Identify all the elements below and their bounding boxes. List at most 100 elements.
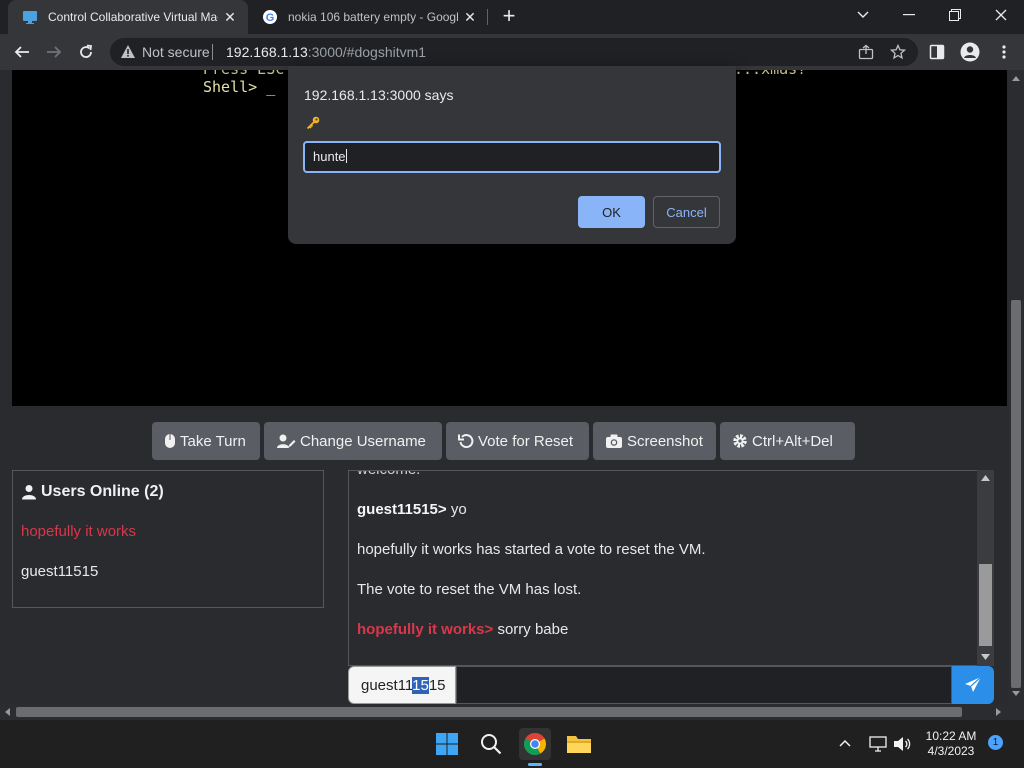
network-icon[interactable]	[869, 736, 887, 752]
browser-toolbar: Not secure 192.168.1.13:3000/#dogshitvm1	[0, 34, 1024, 70]
google-icon: G	[263, 10, 277, 24]
chat-input-row: guest111515	[348, 666, 994, 704]
send-button[interactable]	[952, 666, 994, 704]
users-online-panel: Users Online (2) hopefully it works gues…	[12, 470, 324, 608]
users-header: Users Online (2)	[21, 483, 164, 501]
scroll-down-icon[interactable]	[1012, 691, 1020, 696]
send-icon	[965, 676, 982, 692]
user-icon	[22, 485, 36, 500]
ctrl-alt-del-button[interactable]: Ctrl+Alt+Del	[720, 422, 855, 460]
button-label: Change Username	[300, 432, 426, 450]
folder-icon	[567, 736, 591, 753]
change-username-button[interactable]: Change Username	[264, 422, 442, 460]
chat-text: yo	[446, 501, 467, 518]
scroll-down-icon[interactable]	[981, 654, 990, 660]
chat-scroll-thumb[interactable]	[979, 564, 992, 646]
page-scroll-thumb[interactable]	[1011, 300, 1021, 688]
chat-system-message: hopefully it works has started a vote to…	[357, 541, 706, 558]
close-icon	[995, 9, 1007, 21]
chat-input[interactable]	[456, 666, 952, 704]
search-button[interactable]	[475, 728, 507, 760]
minimize-button[interactable]	[886, 0, 932, 30]
dialog-input-value: hunte	[313, 149, 346, 164]
arrow-right-icon	[47, 46, 62, 58]
back-button[interactable]	[8, 38, 36, 66]
button-label: Screenshot	[627, 432, 703, 450]
tab-divider	[487, 9, 488, 25]
chat-message: guest11515> yo	[357, 501, 467, 518]
chat-username: hopefully it works>	[357, 621, 494, 638]
file-explorer-button[interactable]	[563, 728, 595, 760]
tab-search-button[interactable]	[840, 0, 886, 30]
svg-text:G: G	[266, 12, 275, 24]
warning-icon[interactable]	[120, 44, 136, 60]
address-bar[interactable]: Not secure 192.168.1.13:3000/#dogshitvm1	[110, 38, 918, 66]
chrome-icon	[524, 733, 546, 755]
take-turn-button[interactable]: Take Turn	[152, 422, 260, 460]
button-label: Vote for Reset	[478, 432, 574, 450]
text-caret	[345, 149, 347, 163]
scroll-up-icon[interactable]	[1012, 76, 1020, 81]
user-list-item[interactable]: hopefully it works	[21, 523, 136, 540]
chat-scrollbar[interactable]	[977, 470, 994, 666]
profile-icon[interactable]	[960, 42, 980, 62]
volume-icon[interactable]	[893, 736, 911, 752]
windows-logo-icon	[436, 733, 458, 755]
gear-icon	[733, 434, 747, 448]
share-icon[interactable]	[858, 44, 874, 60]
username-label[interactable]: guest111515	[348, 666, 456, 704]
star-icon[interactable]	[890, 44, 906, 60]
reload-icon	[80, 44, 93, 58]
username-text: 15	[428, 677, 446, 694]
tab-strip: Control Collaborative Virtual Mac ✕ G no…	[0, 0, 1024, 34]
close-window-button[interactable]	[978, 0, 1024, 30]
start-button[interactable]	[431, 728, 463, 760]
chat-username: guest11515>	[357, 501, 447, 518]
close-icon[interactable]: ✕	[458, 9, 482, 26]
windows-taskbar: 10:22 AM 4/3/2023 1	[0, 720, 1024, 768]
button-label: Ctrl+Alt+Del	[752, 432, 833, 450]
dialog-input[interactable]: hunte	[303, 141, 721, 173]
screenshot-button[interactable]: Screenshot	[593, 422, 716, 460]
minimize-icon	[903, 14, 915, 16]
close-icon[interactable]: ✕	[218, 9, 242, 26]
notification-badge[interactable]: 1	[988, 735, 1003, 750]
restore-icon	[949, 9, 961, 21]
new-tab-button[interactable]: +	[497, 5, 521, 29]
tab-title: Control Collaborative Virtual Mac	[48, 10, 218, 24]
chat-message: welcome.	[357, 471, 420, 478]
console-prompt: Shell> _	[203, 78, 276, 96]
chrome-taskbar-button[interactable]	[519, 728, 551, 760]
chat-log: welcome. guest11515> yo hopefully it wor…	[348, 470, 994, 666]
scroll-up-icon[interactable]	[981, 475, 990, 481]
mouse-icon	[165, 434, 175, 448]
scroll-left-icon[interactable]	[5, 708, 10, 716]
system-clock[interactable]: 10:22 AM 4/3/2023	[916, 729, 986, 759]
forward-button[interactable]	[40, 38, 68, 66]
side-panel-icon[interactable]	[929, 44, 945, 60]
cancel-button[interactable]: Cancel	[653, 196, 720, 228]
chat-message: hopefully it works> sorry babe	[357, 621, 568, 638]
chevron-up-icon[interactable]	[839, 739, 851, 747]
url-path: :3000/#dogshitvm1	[307, 44, 427, 60]
user-list-item[interactable]: guest11515	[21, 563, 98, 580]
reload-button[interactable]	[72, 38, 100, 66]
horizontal-scroll-thumb[interactable]	[16, 707, 962, 717]
url-text[interactable]: 192.168.1.13:3000/#dogshitvm1	[226, 44, 426, 60]
vote-reset-button[interactable]: Vote for Reset	[446, 422, 589, 460]
restore-button[interactable]	[932, 0, 978, 30]
page-vertical-scrollbar[interactable]	[1008, 70, 1024, 704]
ok-button[interactable]: OK	[578, 196, 645, 228]
monitor-icon	[23, 11, 37, 24]
tab-google[interactable]: G nokia 106 battery empty - Google ✕	[248, 0, 488, 34]
active-app-indicator	[528, 763, 542, 766]
security-label[interactable]: Not secure	[142, 44, 210, 60]
scroll-right-icon[interactable]	[996, 708, 1001, 716]
search-icon	[481, 734, 502, 755]
tab-collabvm[interactable]: Control Collaborative Virtual Mac ✕	[8, 0, 248, 34]
username-selection: 15	[412, 677, 429, 694]
key-icon	[306, 116, 320, 130]
more-menu-icon[interactable]	[996, 44, 1012, 60]
page-horizontal-scrollbar[interactable]	[0, 704, 1008, 720]
chat-text: sorry babe	[493, 621, 569, 638]
